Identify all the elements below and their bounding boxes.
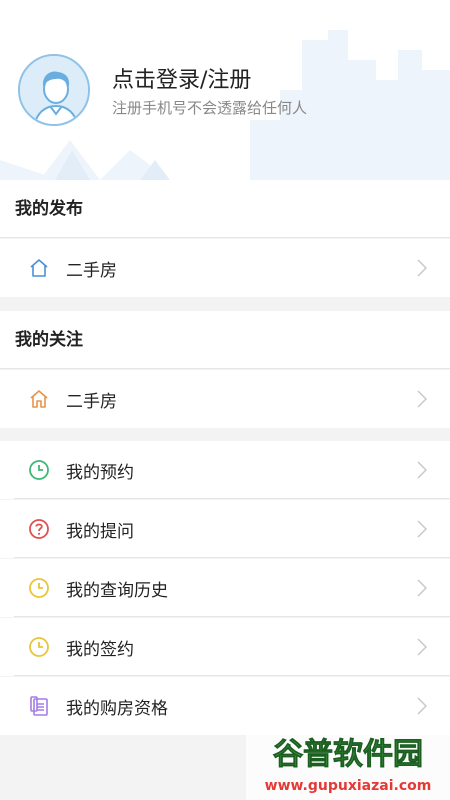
menu-item-label: 我的购房资格 — [66, 698, 168, 719]
chevron-right-icon — [414, 695, 430, 717]
clock-green-icon — [28, 459, 50, 481]
privacy-notice: 注册手机号不会透露给任何人 — [112, 99, 308, 117]
menu-item-contracts[interactable]: 我的签约 — [0, 618, 450, 676]
menu-item-purchase-eligibility[interactable]: 我的购房资格 — [0, 677, 450, 735]
follow-item-second-hand-house[interactable]: 二手房 — [0, 370, 450, 428]
house-outline-icon — [28, 257, 50, 279]
menu-item-questions[interactable]: 我的提问 — [0, 500, 450, 558]
avatar[interactable] — [18, 54, 90, 126]
menu-item-label: 我的预约 — [66, 462, 134, 483]
watermark-logo: 谷普软件园 www.gupuxiazai.com — [246, 730, 450, 800]
chevron-right-icon — [414, 257, 430, 279]
document-icon — [28, 695, 50, 717]
question-circle-icon — [28, 518, 50, 540]
follow-item-label: 二手房 — [66, 391, 117, 412]
menu-item-appointments[interactable]: 我的预约 — [0, 441, 450, 499]
chevron-right-icon — [414, 518, 430, 540]
svg-text:www.gupuxiazai.com: www.gupuxiazai.com — [265, 778, 432, 794]
menu-item-query-history[interactable]: 我的查询历史 — [0, 559, 450, 617]
chevron-right-icon — [414, 577, 430, 599]
menu-item-label: 我的查询历史 — [66, 580, 168, 601]
publish-item-second-hand-house[interactable]: 二手房 — [0, 239, 450, 297]
clock-yellow-icon — [28, 577, 50, 599]
chevron-right-icon — [414, 459, 430, 481]
profile-header: 点击登录/注册 注册手机号不会透露给任何人 — [0, 0, 450, 180]
section-title-follow: 我的关注 — [0, 311, 450, 369]
clock-yellow-icon — [28, 636, 50, 658]
menu-item-label: 我的签约 — [66, 639, 134, 660]
publish-item-label: 二手房 — [66, 260, 117, 281]
chevron-right-icon — [414, 388, 430, 410]
chevron-right-icon — [414, 636, 430, 658]
section-title-publish: 我的发布 — [0, 180, 450, 238]
svg-text:谷普软件园: 谷普软件园 — [273, 737, 423, 772]
house-orange-icon — [28, 388, 50, 410]
login-register-link[interactable]: 点击登录/注册 — [112, 62, 251, 94]
menu-item-label: 我的提问 — [66, 521, 134, 542]
